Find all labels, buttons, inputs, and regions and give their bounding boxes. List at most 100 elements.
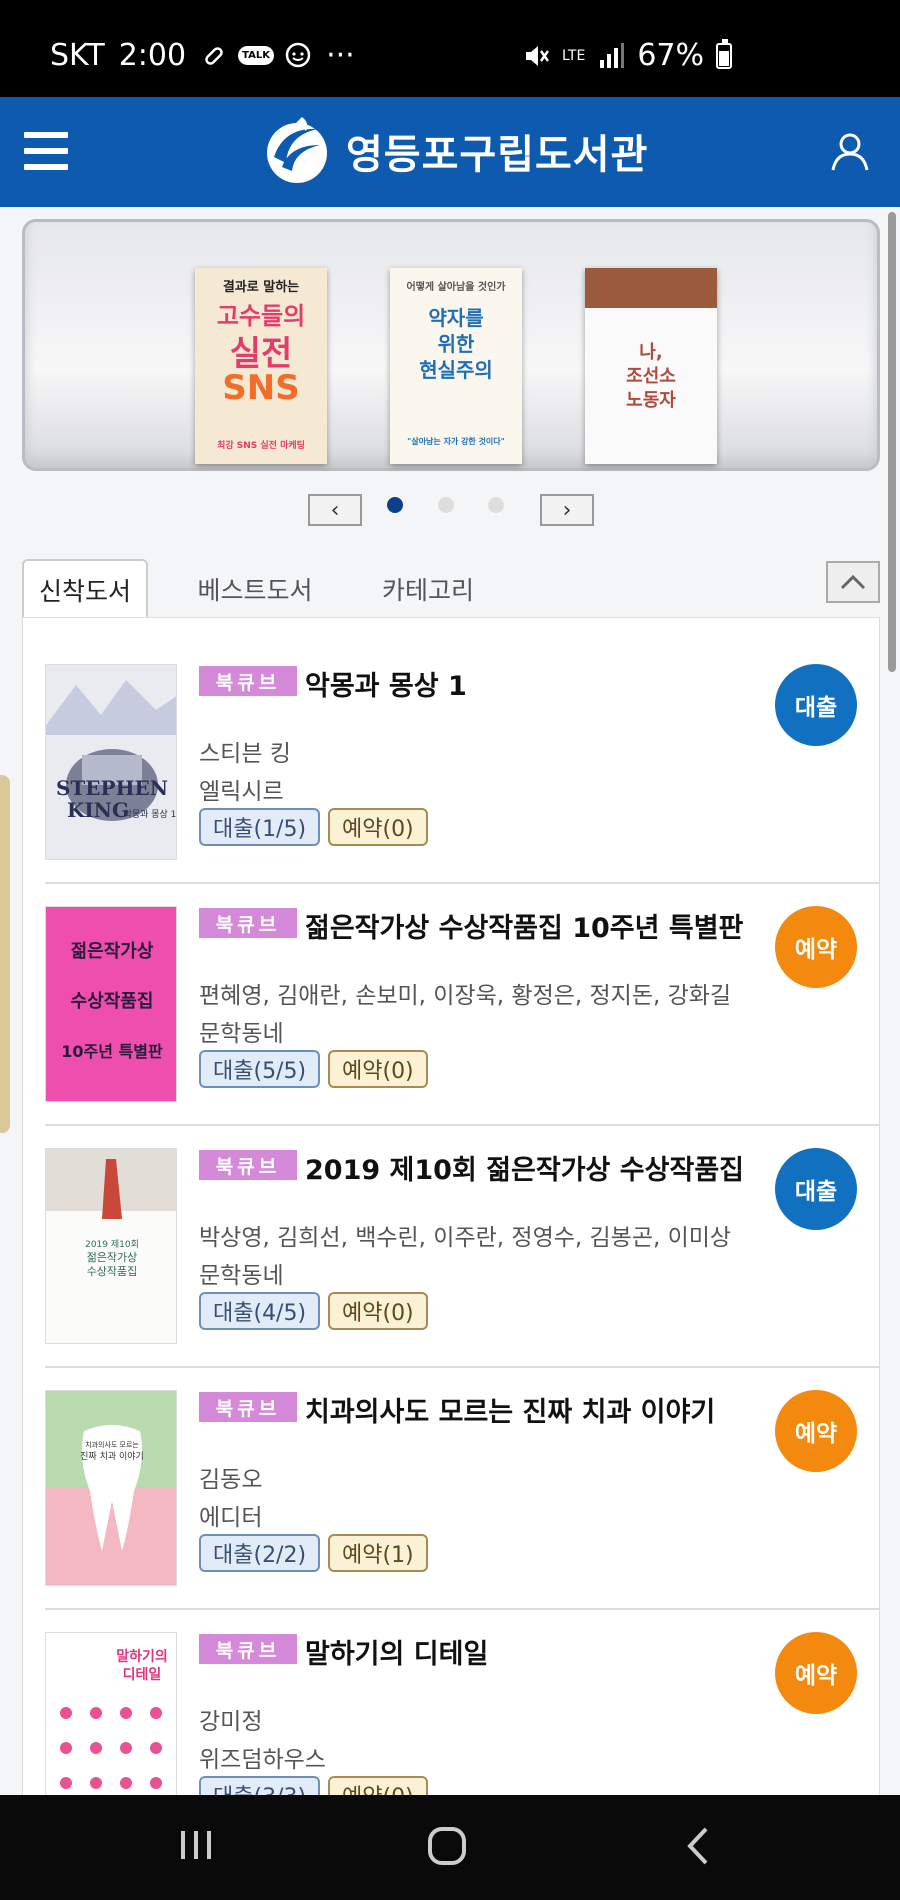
book-title[interactable]: 말하기의 디테일	[305, 1632, 488, 1671]
source-badge: 북큐브	[199, 1634, 297, 1664]
system-nav-bar	[0, 1795, 900, 1900]
carousel-next-button[interactable]: ›	[540, 494, 594, 526]
book-list-item[interactable]: 2019 제10회 젊은작가상 수상작품집 북큐브 2019 제10회 젊은작가…	[45, 1148, 857, 1390]
book-list: STEPHEN KING 악몽과 몽상 1 북큐브 악몽과 몽상 1 스티븐 킹…	[22, 617, 880, 1797]
reserve-button[interactable]: 예약	[775, 1390, 857, 1472]
item-divider	[45, 1366, 879, 1368]
reserve-status: 예약(0)	[328, 808, 428, 846]
back-icon[interactable]	[682, 1825, 714, 1867]
reserve-button[interactable]: 예약	[775, 906, 857, 988]
book-publisher: 문학동네	[199, 1263, 284, 1289]
book-list-item[interactable]: 치과의사도 모르는 진짜 치과 이야기 북큐브 치과의사도 모르는 진짜 치과 …	[45, 1390, 857, 1632]
book-list-item[interactable]: STEPHEN KING 악몽과 몽상 1 북큐브 악몽과 몽상 1 스티븐 킹…	[45, 664, 857, 906]
edge-panel-handle[interactable]	[0, 775, 10, 1133]
book-publisher: 에디터	[199, 1505, 263, 1531]
status-right: LTE 67%	[522, 38, 732, 73]
book-cover-thumb[interactable]: STEPHEN KING 악몽과 몽상 1	[45, 664, 177, 860]
svg-text:악몽과 몽상 1: 악몽과 몽상 1	[124, 808, 177, 820]
book-tabs: 신착도서 베스트도서 카테고리	[22, 559, 880, 619]
reserve-status: 예약(0)	[328, 1292, 428, 1330]
reserve-status: 예약(0)	[328, 1050, 428, 1088]
loan-status: 대출(5/5)	[199, 1050, 321, 1088]
library-emblem-icon	[267, 117, 327, 183]
status-left: SKT 2:00 TALK ···	[50, 38, 355, 73]
chevron-up-icon	[840, 574, 866, 590]
book-author: 강미정	[199, 1709, 263, 1735]
source-badge: 북큐브	[199, 1392, 297, 1422]
item-divider	[45, 1608, 879, 1610]
carousel-book-2[interactable]: 어떻게 살아남을 것인가 약자를 위한 현실주의 "살아남는 자가 강한 것이다…	[390, 268, 522, 464]
book-cover-thumb[interactable]: 2019 제10회 젊은작가상 수상작품집	[45, 1148, 177, 1344]
svg-text:수상작품집: 수상작품집	[71, 991, 154, 1012]
book-title[interactable]: 치과의사도 모르는 진짜 치과 이야기	[305, 1390, 715, 1429]
collapse-button[interactable]	[826, 561, 880, 603]
book-cover-thumb[interactable]: 젊은작가상 수상작품집 10주년 특별판	[45, 906, 177, 1102]
carousel-dot-3[interactable]	[488, 497, 504, 513]
svg-text:10주년 특별판: 10주년 특별판	[61, 1042, 163, 1061]
hamburger-icon[interactable]	[24, 132, 68, 170]
carousel-dot-1[interactable]	[387, 497, 403, 513]
recent-apps-icon[interactable]	[178, 1825, 214, 1865]
carousel-dot-2[interactable]	[438, 497, 454, 513]
app-header: 영등포구립도서관	[0, 97, 900, 207]
loan-status: 대출(2/2)	[199, 1534, 321, 1572]
reserve-status: 예약(1)	[328, 1534, 428, 1572]
carousel-book-3[interactable]: 나, 조선소 노동자	[585, 268, 717, 464]
more-notifications: ···	[326, 38, 355, 73]
home-icon[interactable]	[426, 1825, 468, 1867]
reserve-button[interactable]: 예약	[775, 1632, 857, 1714]
badge-icon	[284, 42, 312, 70]
loan-status: 대출(3/3)	[199, 1776, 321, 1796]
signal-icon	[597, 42, 625, 70]
source-badge: 북큐브	[199, 666, 297, 696]
network-type: LTE	[562, 47, 586, 64]
borrow-button[interactable]: 대출	[775, 1148, 857, 1230]
tab-new-books[interactable]: 신착도서	[22, 559, 148, 619]
borrow-button[interactable]: 대출	[775, 664, 857, 746]
pill-icon	[200, 42, 228, 70]
mute-icon	[522, 42, 550, 70]
book-author: 스티븐 킹	[199, 741, 291, 767]
book-author: 박상영, 김희선, 백수린, 이주란, 정영수, 김봉곤, 이미상	[199, 1225, 732, 1251]
svg-text:진짜 치과 이야기: 진짜 치과 이야기	[80, 1450, 144, 1462]
svg-text:젊은작가상: 젊은작가상	[87, 1251, 138, 1264]
source-badge: 북큐브	[199, 1150, 297, 1180]
book-list-item[interactable]: 젊은작가상 수상작품집 10주년 특별판 북큐브 젊은작가상 수상작품집 10주…	[45, 906, 857, 1148]
carrier-label: SKT	[50, 38, 105, 73]
carousel-prev-button[interactable]: ‹	[308, 494, 362, 526]
book-list-item[interactable]: 말하기의 디테일 북큐브 말하기의 디테일 강미정 위즈덤하우스 대출(3/3)…	[45, 1632, 857, 1796]
tab-best-books[interactable]: 베스트도서	[170, 559, 340, 619]
book-cover-thumb[interactable]: 말하기의 디테일	[45, 1632, 177, 1796]
svg-text:2019 제10회: 2019 제10회	[85, 1239, 139, 1250]
tab-category[interactable]: 카테고리	[348, 559, 508, 619]
battery-icon	[716, 38, 732, 69]
carousel-book-1[interactable]: 결과로 말하는 고수들의 실전 SNS 최강 SNS 실전 마케팅	[195, 268, 327, 464]
reserve-status: 예약(0)	[328, 1776, 428, 1796]
book-author: 김동오	[199, 1467, 263, 1493]
status-bar: SKT 2:00 TALK ··· LTE 67%	[0, 0, 900, 97]
book-title[interactable]: 악몽과 몽상 1	[305, 664, 467, 703]
book-title[interactable]: 2019 제10회 젊은작가상 수상작품집	[305, 1148, 744, 1187]
book-title[interactable]: 젊은작가상 수상작품집 10주년 특별판	[305, 906, 743, 945]
book-cover-thumb[interactable]: 치과의사도 모르는 진짜 치과 이야기	[45, 1390, 177, 1586]
svg-text:말하기의: 말하기의	[116, 1648, 168, 1665]
svg-text:치과의사도 모르는: 치과의사도 모르는	[85, 1440, 139, 1449]
svg-text:젊은작가상: 젊은작가상	[71, 941, 154, 962]
new-books-carousel: 결과로 말하는 고수들의 실전 SNS 최강 SNS 실전 마케팅 어떻게 살아…	[22, 219, 880, 471]
book-publisher: 엘릭시르	[199, 779, 284, 805]
scrollbar[interactable]	[888, 212, 896, 672]
item-divider	[45, 882, 879, 884]
battery-percent: 67%	[637, 38, 704, 73]
book-publisher: 문학동네	[199, 1021, 284, 1047]
book-author: 편혜영, 김애란, 손보미, 이장욱, 황정은, 정지돈, 강화길	[199, 983, 732, 1009]
loan-status: 대출(4/5)	[199, 1292, 321, 1330]
book-publisher: 위즈덤하우스	[199, 1747, 326, 1773]
svg-text:수상작품집: 수상작품집	[87, 1265, 138, 1278]
item-divider	[45, 1124, 879, 1126]
library-name: 영등포구립도서관	[346, 132, 649, 178]
source-badge: 북큐브	[199, 908, 297, 938]
svg-text:디테일: 디테일	[123, 1667, 162, 1683]
library-logo[interactable]: 영등포구립도서관	[262, 115, 648, 187]
clock: 2:00	[118, 38, 187, 73]
user-icon[interactable]	[830, 131, 870, 171]
